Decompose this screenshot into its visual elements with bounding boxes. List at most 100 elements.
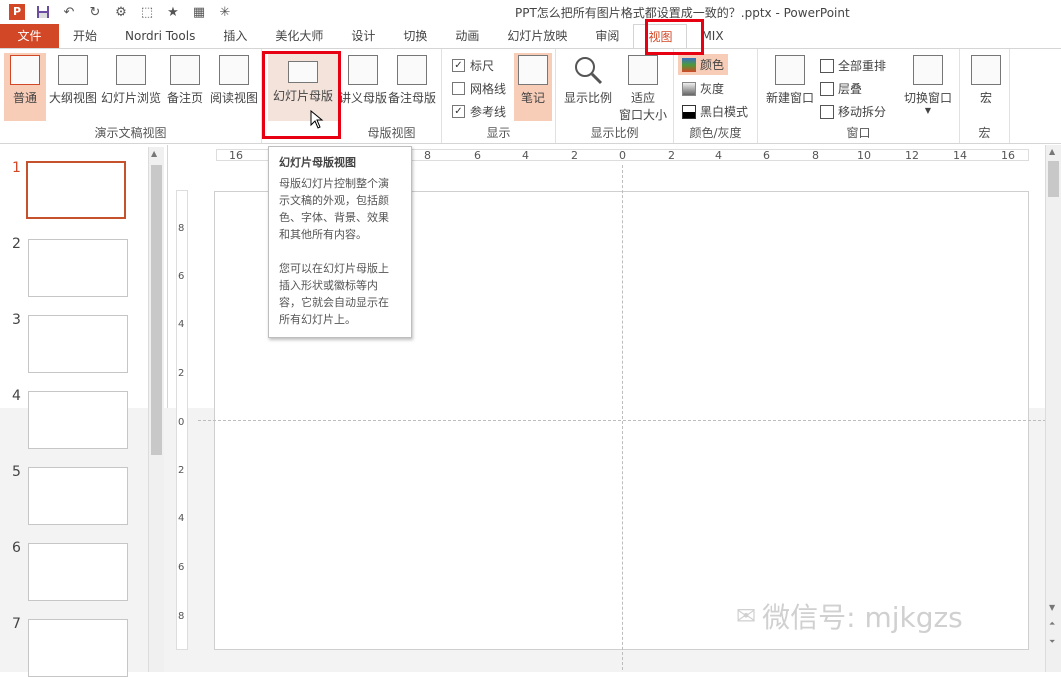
group-macros: 宏 宏	[960, 49, 1010, 143]
quick-access-toolbar: P ↶ ↻ ⚙ ⬚ ★ ▦ ✳	[6, 3, 236, 21]
group-label-zoom: 显示比例	[590, 126, 639, 140]
ribbon: 普通 大纲视图 幻灯片浏览 备注页 阅读视图 演示文稿视图 幻灯片母版 讲义母版	[0, 48, 1061, 144]
notes-page-icon	[170, 55, 200, 85]
fit-to-window-button[interactable]: 适应 窗口大小	[616, 55, 670, 123]
tab-nordri-tools[interactable]: Nordri Tools	[111, 24, 209, 48]
notes-icon	[518, 55, 548, 85]
slide-thumbnail[interactable]	[28, 619, 128, 677]
outline-view-button[interactable]: 大纲视图	[48, 55, 98, 106]
slide-number: 3	[12, 312, 21, 328]
cascade-icon	[820, 81, 834, 96]
guides-checkbox[interactable]: ✓ 参考线	[452, 103, 506, 120]
move-split-icon	[820, 104, 834, 119]
outline-view-icon	[58, 55, 88, 85]
group-window: 新建窗口 全部重排 层叠 移动拆分 切换窗口 ▼ 窗口	[758, 49, 960, 143]
watermark: ✉ 微信号: mjkgzs	[736, 601, 963, 634]
reading-view-button[interactable]: 阅读视图	[208, 55, 260, 106]
slide-thumbnail[interactable]	[28, 467, 128, 525]
group-zoom: 显示比例 适应 窗口大小 显示比例	[556, 49, 674, 143]
powerpoint-logo-icon: P	[6, 3, 28, 21]
scroll-up-icon[interactable]: ▲	[1049, 147, 1055, 156]
black-white-button[interactable]: 黑白模式	[682, 103, 748, 120]
group-presentation-views: 普通 大纲视图 幻灯片浏览 备注页 阅读视图 演示文稿视图	[0, 49, 262, 143]
slide-number: 4	[12, 388, 21, 404]
star-icon[interactable]: ★	[162, 3, 184, 21]
thumbnail-scrollbar[interactable]: ▲	[148, 147, 164, 672]
group-color-grayscale: 颜色 灰度 黑白模式 颜色/灰度	[674, 49, 758, 143]
normal-view-icon	[10, 55, 40, 85]
tab-home[interactable]: 开始	[59, 24, 111, 48]
notes-page-button[interactable]: 备注页	[164, 55, 206, 106]
notes-master-button[interactable]: 备注母版	[388, 55, 436, 106]
layout-icon[interactable]: ▦	[188, 3, 210, 21]
handout-master-button[interactable]: 讲义母版	[339, 55, 387, 106]
tab-transitions[interactable]: 切换	[389, 24, 441, 48]
empty-checkbox-icon	[452, 82, 465, 95]
new-window-icon	[775, 55, 805, 85]
view-tab-highlight	[645, 19, 704, 55]
group-label-color-grayscale: 颜色/灰度	[689, 126, 742, 140]
normal-view-button[interactable]: 普通	[4, 53, 46, 121]
move-split-button[interactable]: 移动拆分	[820, 103, 886, 120]
tab-review[interactable]: 审阅	[581, 24, 633, 48]
group-label-macros: 宏	[978, 126, 991, 140]
cascade-button[interactable]: 层叠	[820, 80, 862, 97]
ruler-checkbox[interactable]: ✓ 标尺	[452, 57, 494, 74]
black-white-swatch-icon	[682, 104, 696, 119]
tab-beautify[interactable]: 美化大师	[261, 24, 337, 48]
tab-file[interactable]: 文件	[0, 24, 59, 48]
notes-master-icon	[397, 55, 427, 85]
slide-thumbnail[interactable]	[28, 315, 128, 373]
slide-number: 1	[12, 160, 21, 176]
tab-design[interactable]: 设计	[337, 24, 389, 48]
canvas-scrollbar[interactable]: ▲ ▼ ⏶ ⏷	[1045, 145, 1061, 672]
reading-view-icon	[219, 55, 249, 85]
scrollbar-thumb[interactable]	[1048, 161, 1059, 197]
zoom-button[interactable]: 显示比例	[562, 55, 614, 106]
title-bar: P ↶ ↻ ⚙ ⬚ ★ ▦ ✳ PPT怎么把所有图片格式都设置成一致的？.ppt…	[0, 0, 1061, 24]
ribbon-tabs: 文件 开始 Nordri Tools 插入 美化大师 设计 切换 动画 幻灯片放…	[0, 24, 1061, 48]
slide-thumbnail[interactable]	[28, 391, 128, 449]
customize-qat-icon[interactable]: ✳	[214, 3, 236, 21]
tab-slideshow[interactable]: 幻灯片放映	[493, 24, 581, 48]
gridlines-checkbox[interactable]: 网格线	[452, 80, 506, 97]
macros-icon	[971, 55, 1001, 85]
slide-sorter-button[interactable]: 幻灯片浏览	[100, 55, 162, 106]
switch-window-icon	[913, 55, 943, 85]
undo-icon[interactable]: ↶	[58, 3, 80, 21]
tab-animations[interactable]: 动画	[441, 24, 493, 48]
vertical-guide[interactable]	[622, 165, 623, 670]
slide-number: 2	[12, 236, 21, 252]
slide-thumbnail[interactable]	[28, 543, 128, 601]
chevron-down-icon: ▼	[924, 106, 932, 115]
grayscale-swatch-icon	[682, 81, 696, 96]
next-slide-icon[interactable]: ⏷	[1049, 637, 1055, 647]
macros-button[interactable]: 宏	[968, 55, 1004, 106]
mouse-pointer-icon	[310, 110, 324, 129]
fit-window-icon	[628, 55, 658, 85]
notes-toggle-button[interactable]: 笔记	[514, 53, 552, 121]
format-painter-icon[interactable]: ⚙	[110, 3, 132, 21]
selection-icon[interactable]: ⬚	[136, 3, 158, 21]
color-button[interactable]: 颜色	[678, 54, 729, 75]
handout-master-icon	[348, 55, 378, 85]
scrollbar-thumb[interactable]	[151, 165, 162, 455]
scroll-down-icon[interactable]: ▼	[1049, 603, 1055, 612]
tab-insert[interactable]: 插入	[209, 24, 261, 48]
magnifier-icon	[575, 57, 603, 85]
redo-icon[interactable]: ↻	[84, 3, 106, 21]
slide-thumbnail[interactable]	[26, 161, 126, 219]
scroll-up-icon[interactable]: ▲	[151, 149, 157, 158]
group-label-show: 显示	[486, 126, 511, 140]
grayscale-button[interactable]: 灰度	[682, 80, 724, 97]
switch-window-button[interactable]: 切换窗口 ▼	[900, 55, 956, 115]
arrange-all-icon	[820, 58, 834, 73]
checkmark-icon: ✓	[452, 105, 465, 118]
save-icon[interactable]	[32, 3, 54, 21]
previous-slide-icon[interactable]: ⏶	[1049, 619, 1055, 629]
wechat-icon: ✉	[736, 602, 757, 630]
new-window-button[interactable]: 新建窗口	[764, 55, 816, 106]
slide-number: 6	[12, 540, 21, 556]
arrange-all-button[interactable]: 全部重排	[820, 57, 886, 74]
slide-thumbnail[interactable]	[28, 239, 128, 297]
